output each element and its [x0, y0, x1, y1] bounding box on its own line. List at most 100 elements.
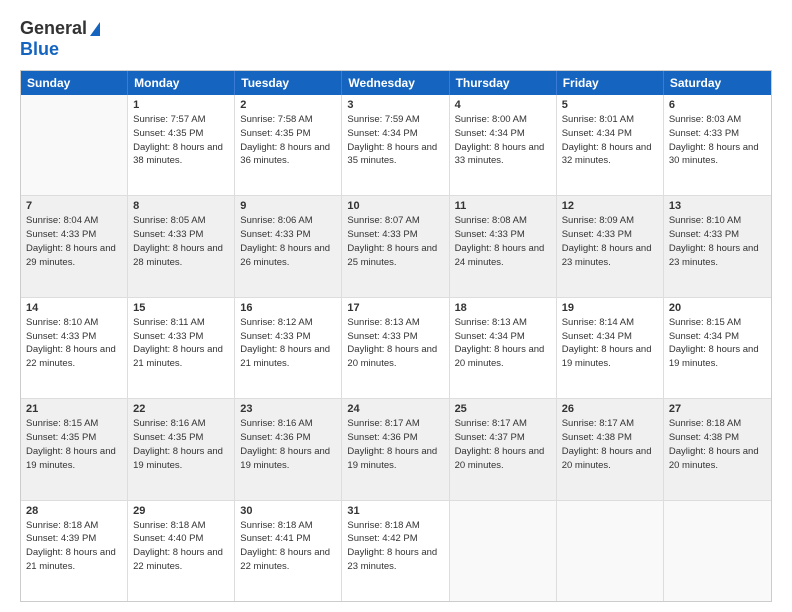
cal-header-friday: Friday — [557, 71, 664, 95]
cal-header-monday: Monday — [128, 71, 235, 95]
sunset-text: Sunset: 4:33 PM — [562, 228, 658, 242]
sunset-text: Sunset: 4:34 PM — [562, 127, 658, 141]
sunset-text: Sunset: 4:33 PM — [669, 127, 766, 141]
calendar-cell: 20 Sunrise: 8:15 AM Sunset: 4:34 PM Dayl… — [664, 298, 771, 398]
calendar-cell: 19 Sunrise: 8:14 AM Sunset: 4:34 PM Dayl… — [557, 298, 664, 398]
calendar-week-2: 7 Sunrise: 8:04 AM Sunset: 4:33 PM Dayli… — [21, 196, 771, 297]
sunset-text: Sunset: 4:34 PM — [562, 330, 658, 344]
calendar-cell: 24 Sunrise: 8:17 AM Sunset: 4:36 PM Dayl… — [342, 399, 449, 499]
day-number: 3 — [347, 99, 443, 111]
sunrise-text: Sunrise: 8:08 AM — [455, 214, 551, 228]
sunset-text: Sunset: 4:35 PM — [240, 127, 336, 141]
calendar-cell: 12 Sunrise: 8:09 AM Sunset: 4:33 PM Dayl… — [557, 196, 664, 296]
sunset-text: Sunset: 4:33 PM — [133, 330, 229, 344]
calendar-cell — [21, 95, 128, 195]
sunrise-text: Sunrise: 8:07 AM — [347, 214, 443, 228]
daylight-text: Daylight: 8 hours and 19 minutes. — [669, 343, 766, 371]
sunrise-text: Sunrise: 8:13 AM — [347, 316, 443, 330]
sunset-text: Sunset: 4:33 PM — [347, 330, 443, 344]
sunset-text: Sunset: 4:33 PM — [133, 228, 229, 242]
calendar-cell: 16 Sunrise: 8:12 AM Sunset: 4:33 PM Dayl… — [235, 298, 342, 398]
daylight-text: Daylight: 8 hours and 21 minutes. — [133, 343, 229, 371]
calendar-cell — [664, 501, 771, 601]
daylight-text: Daylight: 8 hours and 32 minutes. — [562, 141, 658, 169]
daylight-text: Daylight: 8 hours and 24 minutes. — [455, 242, 551, 270]
day-number: 27 — [669, 403, 766, 415]
day-number: 25 — [455, 403, 551, 415]
day-number: 24 — [347, 403, 443, 415]
day-number: 23 — [240, 403, 336, 415]
day-number: 4 — [455, 99, 551, 111]
calendar-cell: 30 Sunrise: 8:18 AM Sunset: 4:41 PM Dayl… — [235, 501, 342, 601]
calendar-header-row: SundayMondayTuesdayWednesdayThursdayFrid… — [21, 71, 771, 95]
daylight-text: Daylight: 8 hours and 23 minutes. — [562, 242, 658, 270]
calendar-cell: 13 Sunrise: 8:10 AM Sunset: 4:33 PM Dayl… — [664, 196, 771, 296]
calendar-week-5: 28 Sunrise: 8:18 AM Sunset: 4:39 PM Dayl… — [21, 501, 771, 601]
page: General Blue SundayMondayTuesdayWednesda… — [0, 0, 792, 612]
sunrise-text: Sunrise: 8:01 AM — [562, 113, 658, 127]
calendar-week-1: 1 Sunrise: 7:57 AM Sunset: 4:35 PM Dayli… — [21, 95, 771, 196]
day-number: 29 — [133, 505, 229, 517]
day-number: 7 — [26, 200, 122, 212]
day-number: 10 — [347, 200, 443, 212]
daylight-text: Daylight: 8 hours and 20 minutes. — [347, 343, 443, 371]
sunset-text: Sunset: 4:34 PM — [455, 127, 551, 141]
day-number: 16 — [240, 302, 336, 314]
day-number: 18 — [455, 302, 551, 314]
day-number: 31 — [347, 505, 443, 517]
calendar-week-4: 21 Sunrise: 8:15 AM Sunset: 4:35 PM Dayl… — [21, 399, 771, 500]
sunset-text: Sunset: 4:37 PM — [455, 431, 551, 445]
day-number: 2 — [240, 99, 336, 111]
day-number: 11 — [455, 200, 551, 212]
calendar-cell: 17 Sunrise: 8:13 AM Sunset: 4:33 PM Dayl… — [342, 298, 449, 398]
calendar-cell: 9 Sunrise: 8:06 AM Sunset: 4:33 PM Dayli… — [235, 196, 342, 296]
day-number: 26 — [562, 403, 658, 415]
calendar-cell: 28 Sunrise: 8:18 AM Sunset: 4:39 PM Dayl… — [21, 501, 128, 601]
day-number: 14 — [26, 302, 122, 314]
daylight-text: Daylight: 8 hours and 25 minutes. — [347, 242, 443, 270]
daylight-text: Daylight: 8 hours and 35 minutes. — [347, 141, 443, 169]
sunset-text: Sunset: 4:33 PM — [669, 228, 766, 242]
daylight-text: Daylight: 8 hours and 26 minutes. — [240, 242, 336, 270]
sunset-text: Sunset: 4:34 PM — [455, 330, 551, 344]
sunrise-text: Sunrise: 8:12 AM — [240, 316, 336, 330]
cal-header-tuesday: Tuesday — [235, 71, 342, 95]
calendar-cell: 6 Sunrise: 8:03 AM Sunset: 4:33 PM Dayli… — [664, 95, 771, 195]
calendar-cell: 8 Sunrise: 8:05 AM Sunset: 4:33 PM Dayli… — [128, 196, 235, 296]
sunrise-text: Sunrise: 8:14 AM — [562, 316, 658, 330]
sunset-text: Sunset: 4:42 PM — [347, 532, 443, 546]
sunrise-text: Sunrise: 8:18 AM — [240, 519, 336, 533]
calendar-cell: 18 Sunrise: 8:13 AM Sunset: 4:34 PM Dayl… — [450, 298, 557, 398]
daylight-text: Daylight: 8 hours and 30 minutes. — [669, 141, 766, 169]
sunset-text: Sunset: 4:35 PM — [133, 127, 229, 141]
sunset-text: Sunset: 4:36 PM — [240, 431, 336, 445]
day-number: 1 — [133, 99, 229, 111]
daylight-text: Daylight: 8 hours and 19 minutes. — [562, 343, 658, 371]
sunrise-text: Sunrise: 8:10 AM — [26, 316, 122, 330]
day-number: 12 — [562, 200, 658, 212]
daylight-text: Daylight: 8 hours and 23 minutes. — [669, 242, 766, 270]
sunset-text: Sunset: 4:39 PM — [26, 532, 122, 546]
day-number: 28 — [26, 505, 122, 517]
day-number: 6 — [669, 99, 766, 111]
daylight-text: Daylight: 8 hours and 38 minutes. — [133, 141, 229, 169]
day-number: 9 — [240, 200, 336, 212]
calendar: SundayMondayTuesdayWednesdayThursdayFrid… — [20, 70, 772, 602]
calendar-cell: 10 Sunrise: 8:07 AM Sunset: 4:33 PM Dayl… — [342, 196, 449, 296]
sunset-text: Sunset: 4:38 PM — [669, 431, 766, 445]
sunrise-text: Sunrise: 8:18 AM — [133, 519, 229, 533]
daylight-text: Daylight: 8 hours and 19 minutes. — [347, 445, 443, 473]
calendar-cell: 25 Sunrise: 8:17 AM Sunset: 4:37 PM Dayl… — [450, 399, 557, 499]
sunrise-text: Sunrise: 8:17 AM — [455, 417, 551, 431]
sunrise-text: Sunrise: 8:18 AM — [669, 417, 766, 431]
calendar-cell: 4 Sunrise: 8:00 AM Sunset: 4:34 PM Dayli… — [450, 95, 557, 195]
calendar-cell: 11 Sunrise: 8:08 AM Sunset: 4:33 PM Dayl… — [450, 196, 557, 296]
sunset-text: Sunset: 4:33 PM — [240, 228, 336, 242]
calendar-cell: 23 Sunrise: 8:16 AM Sunset: 4:36 PM Dayl… — [235, 399, 342, 499]
sunrise-text: Sunrise: 7:59 AM — [347, 113, 443, 127]
sunrise-text: Sunrise: 8:03 AM — [669, 113, 766, 127]
calendar-cell — [557, 501, 664, 601]
calendar-cell: 1 Sunrise: 7:57 AM Sunset: 4:35 PM Dayli… — [128, 95, 235, 195]
header: General Blue — [20, 18, 772, 60]
daylight-text: Daylight: 8 hours and 20 minutes. — [455, 343, 551, 371]
